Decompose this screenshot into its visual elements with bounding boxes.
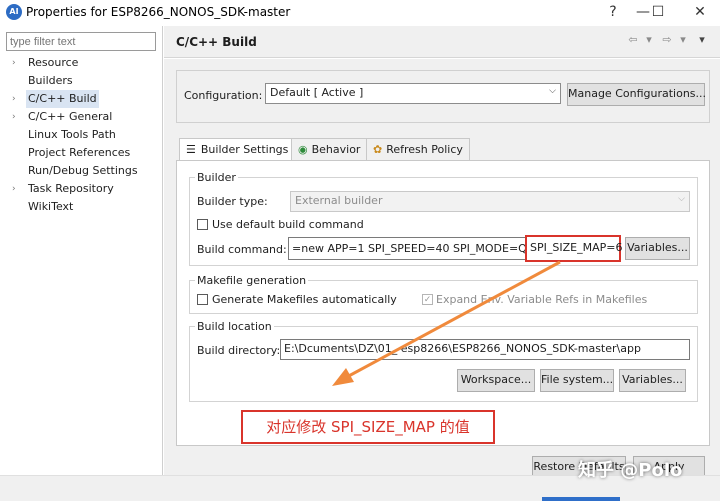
apply-and-close-button[interactable] (542, 497, 620, 501)
annotation-note: 对应修改 SPI_SIZE_MAP 的值 (241, 410, 495, 444)
watermark: 知乎 @Polo (578, 460, 683, 481)
